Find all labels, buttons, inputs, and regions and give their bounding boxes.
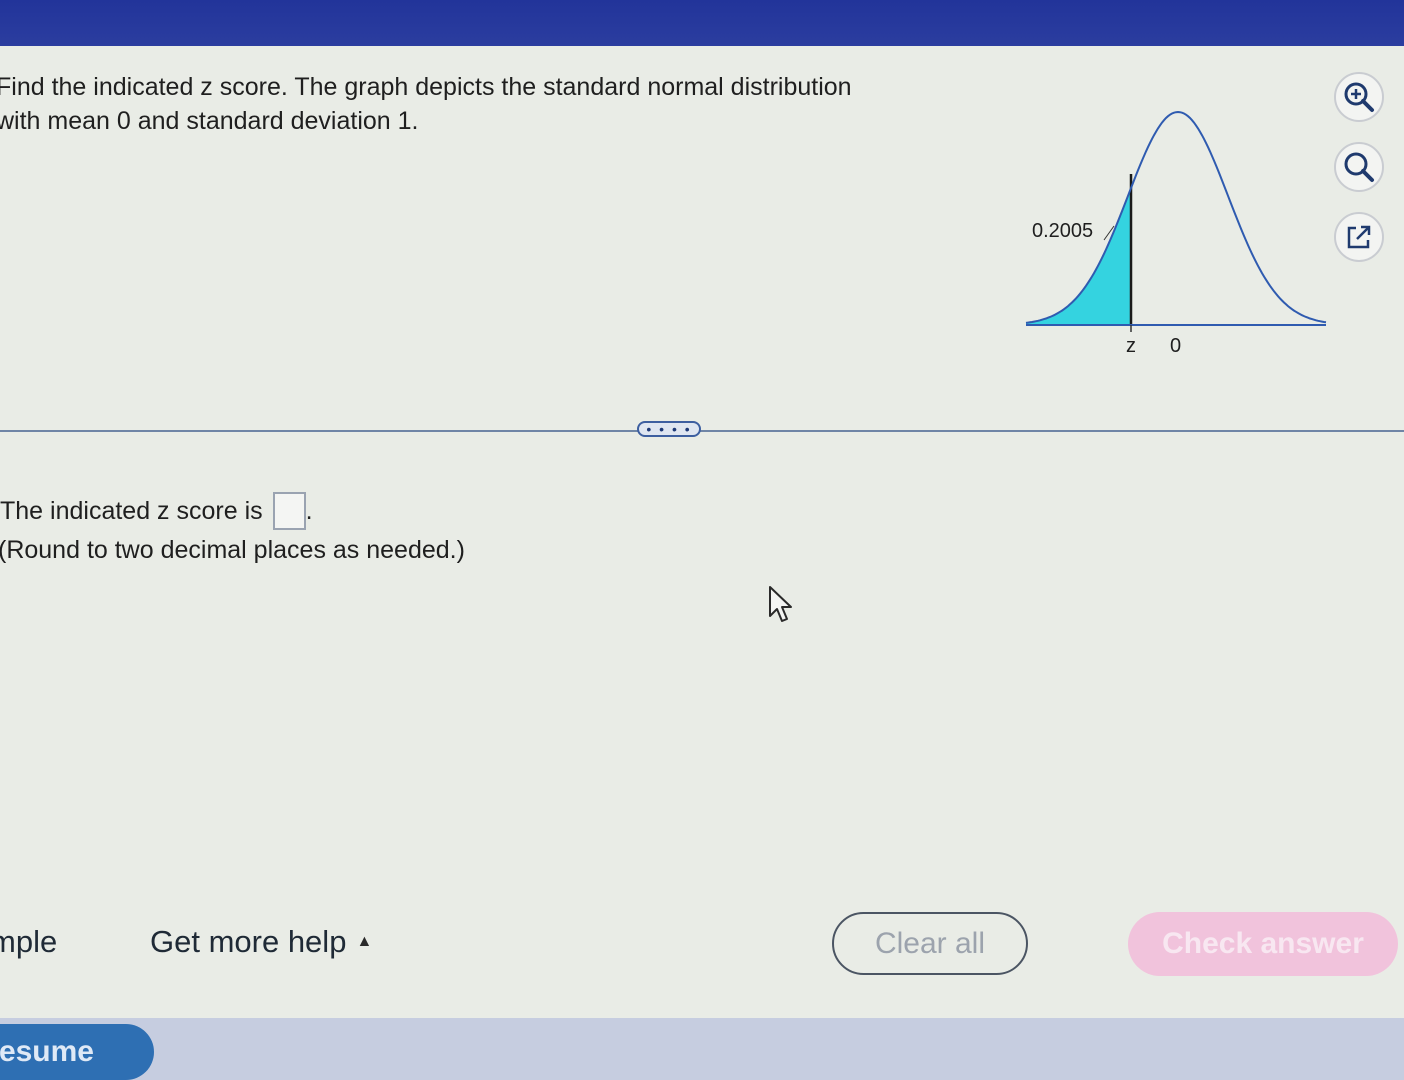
rounding-hint: (Round to two decimal places as needed.) — [0, 536, 465, 564]
zoom-out-icon — [1344, 152, 1374, 182]
zoom-out-button[interactable] — [1334, 142, 1384, 192]
question-text: Find the indicated z score. The graph de… — [0, 70, 956, 138]
zero-tick-label: 0 — [1170, 335, 1181, 357]
z-tick-label: z — [1126, 335, 1136, 357]
bottom-toolbar: mple Get more help ▲ Clear all Check ans… — [0, 900, 1404, 990]
z-score-input[interactable] — [272, 492, 306, 530]
resume-button[interactable]: esume — [0, 1024, 154, 1080]
question-line-2: with mean 0 and standard deviation 1. — [0, 107, 419, 135]
expand-handle[interactable]: • • • • — [637, 421, 701, 437]
zoom-in-icon — [1344, 82, 1374, 112]
popout-button[interactable] — [1334, 212, 1384, 262]
graph-svg: 0.2005 z 0 — [1025, 110, 1327, 357]
answer-suffix: . — [305, 497, 313, 525]
shaded-left-tail — [1026, 188, 1131, 325]
expand-handle-dots: • • • • — [646, 421, 692, 437]
get-more-help-link[interactable]: Get more help ▲ — [150, 924, 372, 960]
question-line-1: Find the indicated z score. The graph de… — [0, 73, 852, 101]
zoom-in-button[interactable] — [1334, 72, 1384, 122]
get-more-help-label: Get more help — [150, 924, 347, 959]
top-bar — [0, 0, 1404, 46]
section-divider — [0, 430, 1404, 432]
clear-all-button[interactable]: Clear all — [832, 912, 1028, 975]
check-answer-button[interactable]: Check answer — [1128, 912, 1398, 976]
answer-line: The indicated z score is . — [0, 492, 313, 530]
view-example-link[interactable]: mple — [0, 924, 57, 960]
caret-up-icon: ▲ — [356, 933, 373, 950]
normal-distribution-graph: 0.2005 z 0 — [1020, 100, 1330, 370]
footer-bar: esume — [0, 1018, 1404, 1080]
external-link-icon — [1347, 225, 1371, 249]
area-label: 0.2005 — [1032, 220, 1093, 242]
answer-prefix: The indicated z score is — [0, 497, 263, 525]
mouse-cursor-icon — [769, 586, 792, 622]
normal-curve — [1025, 110, 1327, 324]
tool-panel — [1334, 72, 1386, 282]
